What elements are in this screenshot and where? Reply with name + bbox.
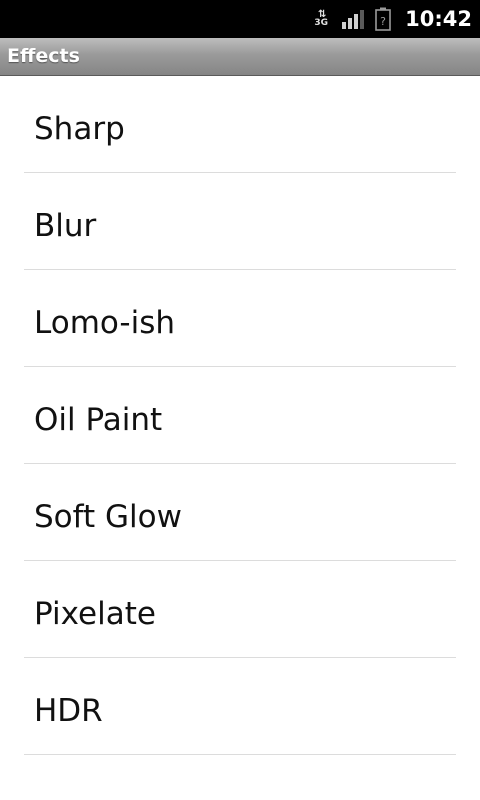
list-item-label: Blur — [34, 208, 97, 244]
network-type-label: 3G — [314, 18, 328, 28]
list-item-hdr[interactable]: HDR — [0, 658, 480, 755]
list-item-label: Sharp — [34, 111, 125, 147]
list-item-soft-glow[interactable]: Soft Glow — [0, 464, 480, 561]
list-item-label: Lomo-ish — [34, 305, 176, 341]
list-divider — [24, 754, 456, 755]
list-item-oil-paint[interactable]: Oil Paint — [0, 367, 480, 464]
page-title: Effects — [7, 45, 80, 67]
list-item-sharp[interactable]: Sharp — [0, 76, 480, 173]
data-transfer-icon: ⇅ 3G — [314, 9, 328, 28]
list-item-pixelate[interactable]: Pixelate — [0, 561, 480, 658]
list-item-blur[interactable]: Blur — [0, 173, 480, 270]
list-item-lomo-ish[interactable]: Lomo-ish — [0, 270, 480, 367]
list-item-label: Oil Paint — [34, 402, 163, 438]
status-clock: 10:42 — [405, 7, 472, 31]
status-bar: ⇅ 3G ? 10:42 — [0, 0, 480, 38]
list-item-label: Pixelate — [34, 596, 156, 632]
list-item-label: Soft Glow — [34, 499, 182, 535]
battery-unknown-icon: ? — [375, 7, 391, 31]
effects-list: Sharp Blur Lomo-ish Oil Paint Soft Glow … — [0, 76, 480, 755]
status-icons: ⇅ 3G ? 10:42 — [311, 0, 472, 38]
list-item-label: HDR — [34, 693, 103, 729]
svg-text:?: ? — [380, 15, 386, 28]
signal-strength-icon — [341, 9, 365, 29]
title-bar: Effects — [0, 38, 480, 76]
